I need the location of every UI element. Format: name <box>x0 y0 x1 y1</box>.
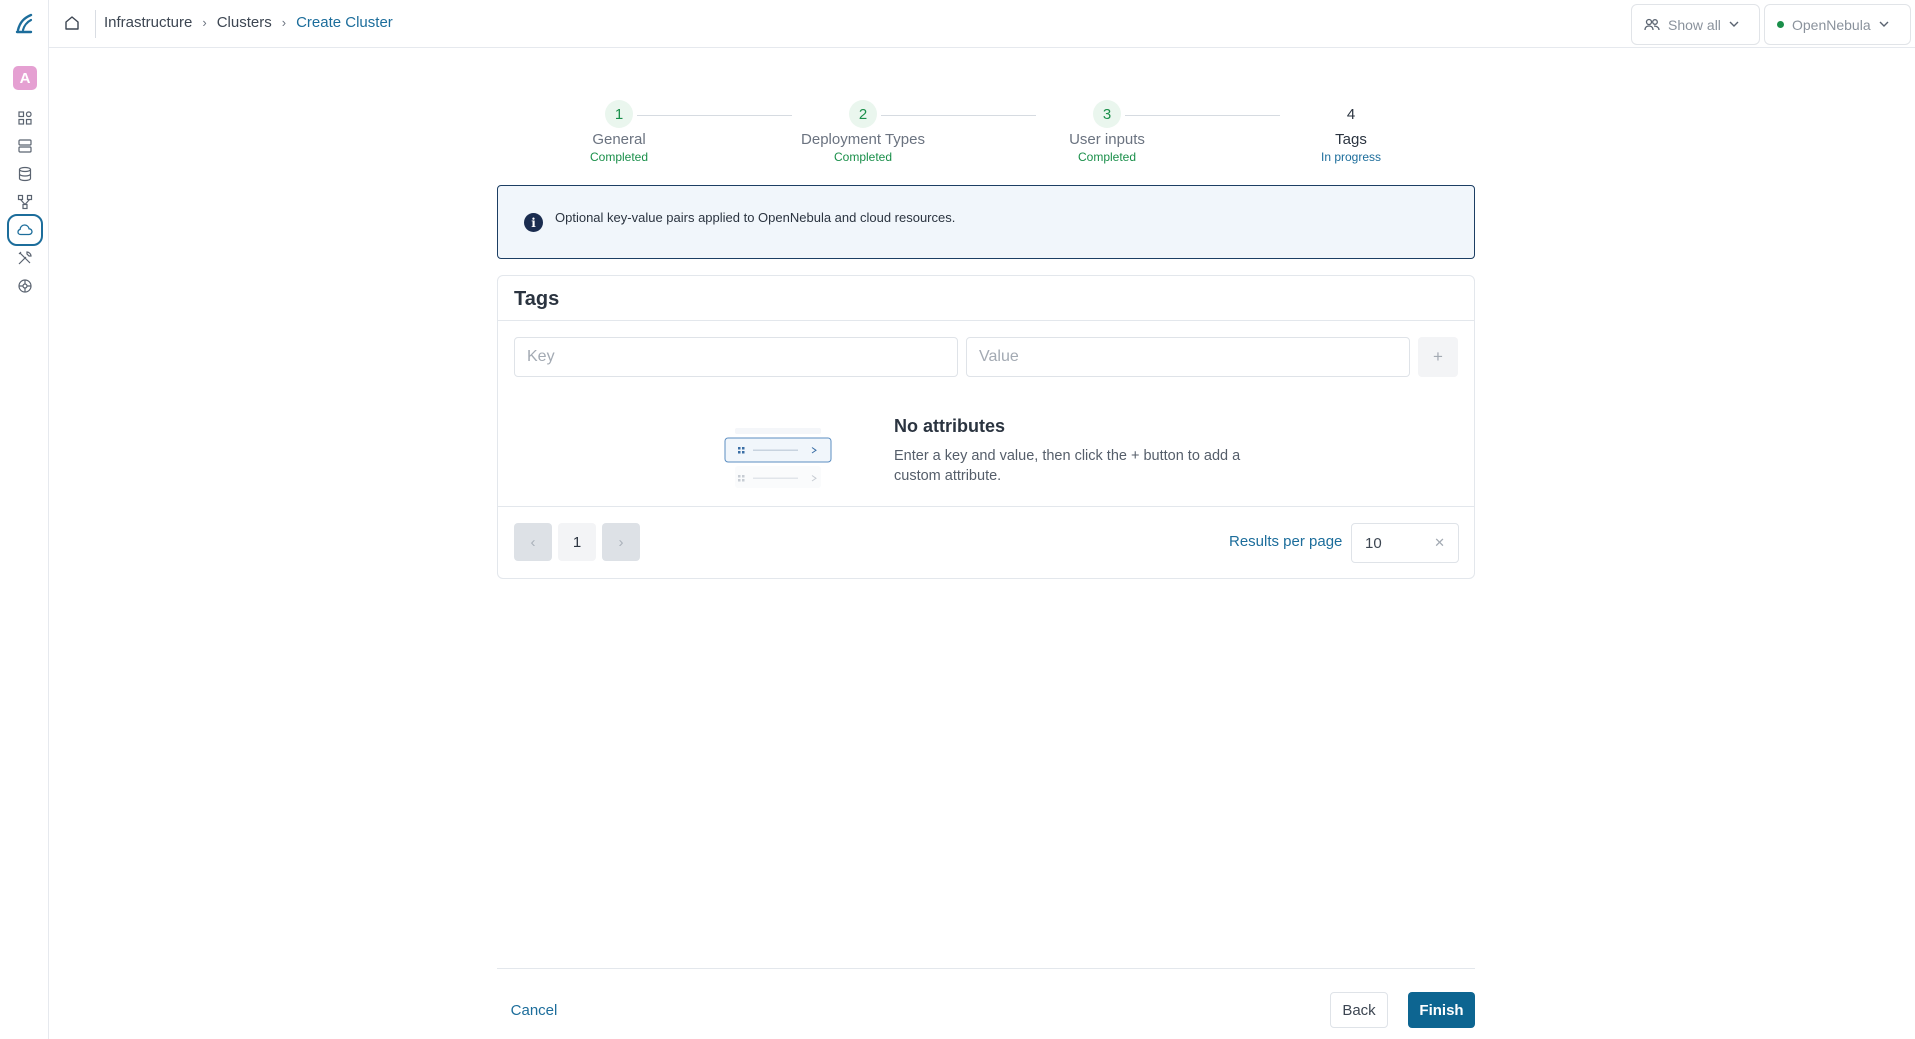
cloud-icon[interactable] <box>7 214 43 246</box>
breadcrumb-create-cluster: Create Cluster <box>296 14 393 31</box>
info-message: Optional key-value pairs applied to Open… <box>555 210 956 225</box>
zone-label: OpenNebula <box>1792 16 1871 33</box>
header-divider <box>95 10 96 38</box>
tools-icon[interactable] <box>7 245 43 271</box>
tags-title: Tags <box>514 288 560 310</box>
prev-page-button[interactable]: ‹ <box>514 523 552 561</box>
settings-icon[interactable] <box>7 273 43 299</box>
dashboard-icon[interactable] <box>7 105 43 131</box>
step-deployment-types[interactable]: 2 Deployment Types Completed <box>788 100 938 164</box>
avatar[interactable]: A <box>13 66 37 90</box>
cancel-button[interactable]: Cancel <box>497 992 571 1028</box>
step-status: In progress <box>1320 150 1382 164</box>
empty-state-title: No attributes <box>894 416 1006 436</box>
card-divider <box>498 506 1474 507</box>
step-number: 4 <box>1346 105 1356 123</box>
chevron-down-icon <box>1729 21 1739 27</box>
results-per-page-select[interactable]: 10 ✕ <box>1351 523 1459 563</box>
finish-button[interactable]: Finish <box>1408 992 1475 1028</box>
key-input[interactable]: Key <box>514 337 958 377</box>
card-divider <box>498 320 1474 321</box>
zone-selector-button[interactable]: OpenNebula <box>1764 4 1911 45</box>
chevron-down-icon <box>1879 21 1889 27</box>
show-all-filter-button[interactable]: Show all <box>1631 4 1760 45</box>
chevron-right-icon: › <box>281 15 287 30</box>
add-attribute-button[interactable]: + <box>1418 337 1458 377</box>
step-tags[interactable]: 4 Tags In progress <box>1276 100 1426 165</box>
step-status: Completed <box>833 150 893 164</box>
results-per-page-value: 10 <box>1365 534 1382 552</box>
step-status: Completed <box>589 150 649 164</box>
sidebar: A <box>0 0 49 1039</box>
breadcrumb: Infrastructure › Clusters › Create Clust… <box>104 14 393 31</box>
storage-icon[interactable] <box>7 161 43 187</box>
clear-icon[interactable]: ✕ <box>1434 535 1445 551</box>
results-per-page-label: Results per page <box>1229 533 1343 550</box>
network-icon[interactable] <box>7 189 43 215</box>
step-title: Tags <box>1335 131 1367 148</box>
empty-state-description: Enter a key and value, then click the + … <box>894 448 1241 484</box>
home-icon[interactable] <box>63 14 81 32</box>
zone-status-dot <box>1777 21 1784 28</box>
step-title: User inputs <box>1069 131 1145 148</box>
page-1-button[interactable]: 1 <box>558 523 596 561</box>
step-title: Deployment Types <box>801 131 925 148</box>
next-page-button[interactable]: › <box>602 523 640 561</box>
breadcrumb-clusters[interactable]: Clusters <box>217 14 272 31</box>
step-status: Completed <box>1077 150 1137 164</box>
step-number: 1 <box>605 100 633 128</box>
chevron-right-icon: › <box>202 15 207 30</box>
info-icon: i <box>524 213 543 232</box>
top-header: Infrastructure › Clusters › Create Clust… <box>49 0 1915 48</box>
back-button[interactable]: Back <box>1330 992 1388 1028</box>
step-number: 3 <box>1093 100 1121 128</box>
step-general[interactable]: 1 General Completed <box>544 100 694 164</box>
footer-divider <box>497 968 1475 969</box>
wizard-stepper: 1 General Completed 2 Deployment Types C… <box>497 100 1475 170</box>
step-user-inputs[interactable]: 3 User inputs Completed <box>1032 100 1182 164</box>
tags-card: Tags Key Value + No attributes Enter a k… <box>497 275 1475 579</box>
step-title: General <box>592 131 646 148</box>
value-input[interactable]: Value <box>966 337 1410 377</box>
info-alert: i Optional key-value pairs applied to Op… <box>497 185 1475 259</box>
show-all-label: Show all <box>1668 16 1721 33</box>
instances-icon[interactable] <box>7 133 43 159</box>
breadcrumb-infrastructure[interactable]: Infrastructure <box>104 14 192 31</box>
opennebula-logo-icon[interactable] <box>14 12 34 34</box>
empty-list-icon <box>724 428 832 488</box>
users-icon <box>1644 18 1660 30</box>
step-number: 2 <box>849 100 877 128</box>
